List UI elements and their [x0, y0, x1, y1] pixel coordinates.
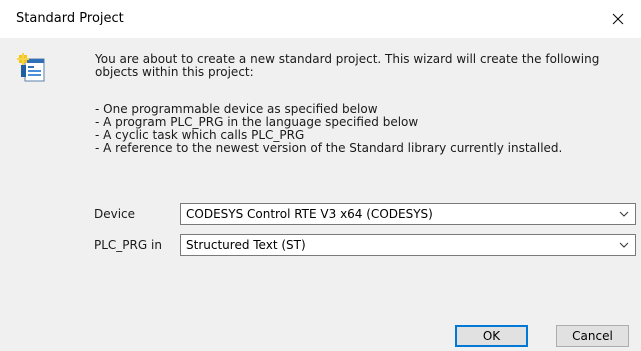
- ok-button[interactable]: OK: [455, 325, 528, 347]
- device-select-value: CODESYS Control RTE V3 x64 (CODESYS): [186, 207, 433, 221]
- language-select-value: Structured Text (ST): [186, 238, 306, 252]
- device-label: Device: [94, 207, 136, 221]
- cancel-button[interactable]: Cancel: [556, 325, 629, 347]
- intro-message: You are about to create a new standard p…: [95, 52, 600, 79]
- object-list: - One programmable device as specified b…: [95, 103, 625, 155]
- chevron-down-icon: [619, 242, 629, 248]
- list-item: - A reference to the newest version of t…: [95, 141, 563, 155]
- dialog-title: Standard Project: [16, 11, 124, 26]
- title-bar: Standard Project: [0, 0, 641, 38]
- close-icon: [612, 13, 624, 25]
- standard-project-dialog: Standard Project You are about to create…: [0, 0, 641, 351]
- chevron-down-icon: [619, 211, 629, 217]
- new-project-wizard-icon: [17, 53, 45, 82]
- plc-prg-language-select[interactable]: Structured Text (ST): [180, 234, 636, 256]
- plc-prg-language-label: PLC_PRG in: [94, 238, 162, 252]
- device-select[interactable]: CODESYS Control RTE V3 x64 (CODESYS): [180, 203, 636, 225]
- close-button[interactable]: [595, 0, 641, 38]
